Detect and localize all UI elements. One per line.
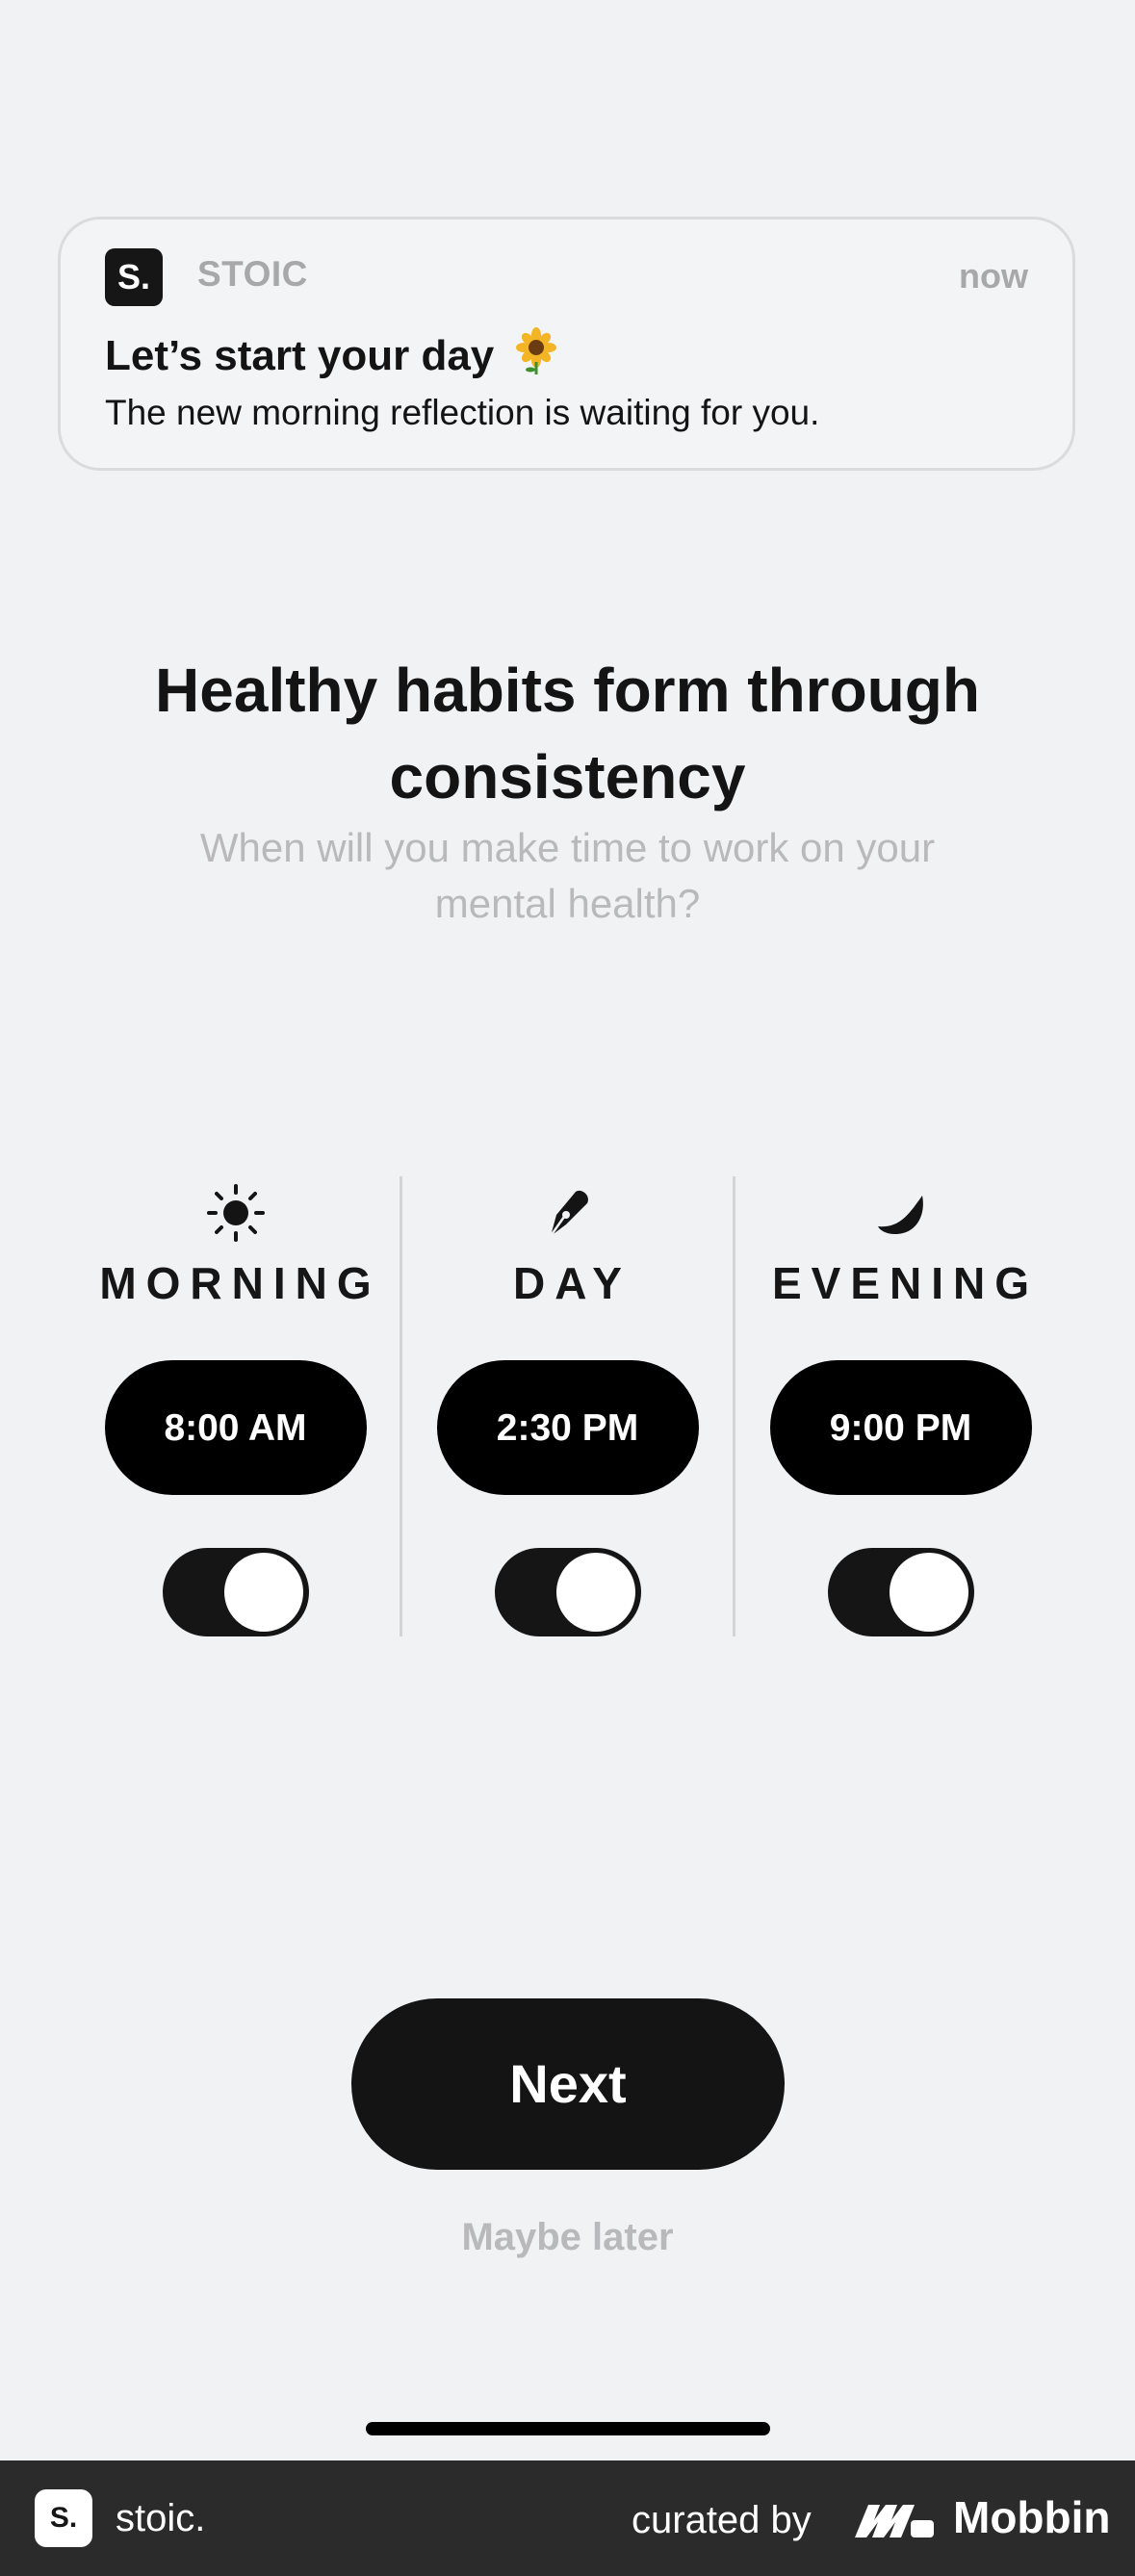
next-button[interactable]: Next xyxy=(351,1998,785,2170)
period-evening: EVENING 9:00 PM xyxy=(735,1174,1067,1636)
notification-app-name: STOIC xyxy=(197,254,308,294)
footer-bar: S. stoic. curated by Mobbin xyxy=(0,2460,1135,2576)
period-label-evening: EVENING xyxy=(771,1258,1040,1308)
notification-time: now xyxy=(959,256,1028,296)
toggle-knob xyxy=(223,1553,303,1632)
notification-card[interactable]: S. STOIC now Let’s start your day The ne… xyxy=(58,217,1075,471)
period-label-morning: MORNING xyxy=(99,1258,381,1308)
notification-body: The new morning reflection is waiting fo… xyxy=(105,393,820,432)
evening-toggle[interactable] xyxy=(827,1548,974,1636)
maybe-later-link[interactable]: Maybe later xyxy=(0,2216,1135,2259)
morning-toggle[interactable] xyxy=(162,1548,309,1636)
notification-title: Let’s start your day xyxy=(105,327,560,380)
notification-title-text: Let’s start your day xyxy=(105,332,495,379)
evening-time-button[interactable]: 9:00 PM xyxy=(769,1360,1032,1495)
sunflower-icon xyxy=(515,327,556,374)
period-morning: MORNING 8:00 AM xyxy=(69,1174,401,1636)
sun-icon xyxy=(206,1184,265,1242)
footer-app-name: stoic. xyxy=(116,2497,206,2539)
mobbin-logo-icon xyxy=(855,2505,934,2537)
curated-by-label: curated by xyxy=(632,2499,812,2541)
home-indicator[interactable] xyxy=(366,2422,770,2435)
mobbin-brand: Mobbin xyxy=(953,2492,1111,2542)
footer-app-logo: S. xyxy=(35,2489,92,2547)
app-logo: S. xyxy=(105,248,163,306)
period-day: DAY 2:30 PM xyxy=(401,1174,734,1636)
day-time-button[interactable]: 2:30 PM xyxy=(436,1360,699,1495)
toggle-knob xyxy=(889,1553,968,1632)
moon-icon xyxy=(877,1196,923,1234)
pen-nib-icon xyxy=(549,1190,588,1237)
day-toggle[interactable] xyxy=(494,1548,641,1636)
toggle-knob xyxy=(555,1553,635,1632)
morning-time-button[interactable]: 8:00 AM xyxy=(104,1360,367,1495)
period-label-day: DAY xyxy=(513,1258,632,1308)
headline: Healthy habits form through consistency xyxy=(155,656,980,811)
subheadline: When will you make time to work on your … xyxy=(199,825,936,926)
